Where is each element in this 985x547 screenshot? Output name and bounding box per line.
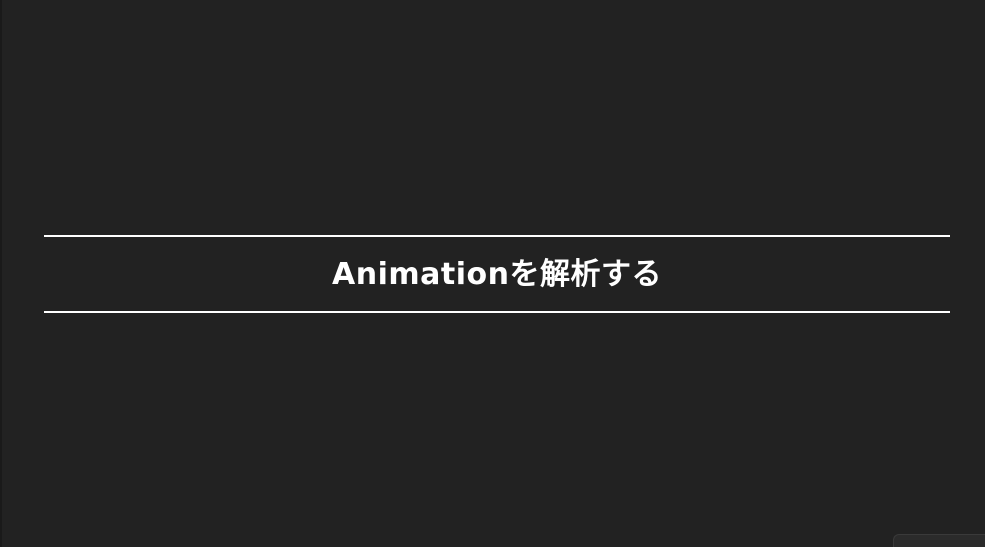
slide-title: Animationを解析する [332,257,662,292]
corner-control-tab[interactable] [893,534,985,547]
title-block: Animationを解析する [44,235,950,313]
slide-canvas: Animationを解析する [0,0,985,547]
